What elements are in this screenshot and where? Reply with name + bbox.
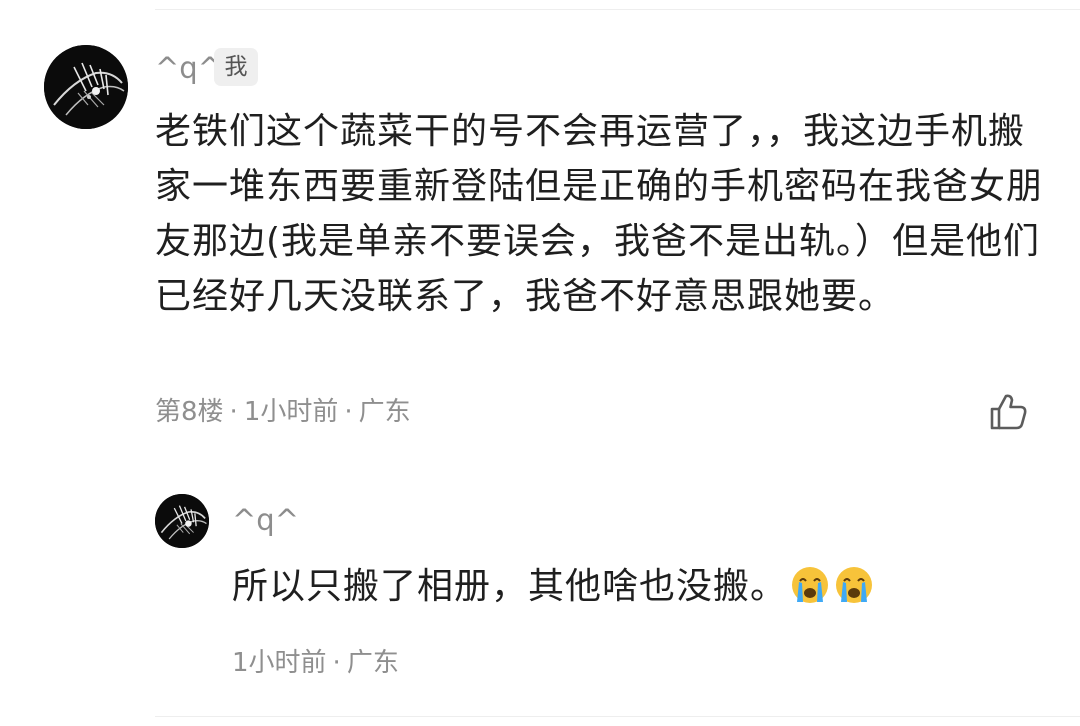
comment-thread: ^q^ 我 老铁们这个蔬菜干的号不会再运营了，，我这边手机搬家一堆东西要重新登陆… <box>0 0 1080 726</box>
avatar-image <box>155 494 209 548</box>
meta-separator: · <box>344 397 353 427</box>
like-button[interactable] <box>986 390 1030 434</box>
floor-label: 第8楼 <box>155 397 224 427</box>
meta-separator: · <box>332 648 341 678</box>
reply-meta: 1小时前 · 广东 <box>232 645 399 681</box>
me-badge: 我 <box>214 48 258 86</box>
comment-time: 1小时前 <box>243 397 339 427</box>
reply-avatar[interactable] <box>155 494 209 548</box>
crying-face-icon <box>833 564 875 606</box>
meta-separator: · <box>229 397 238 427</box>
reply-time: 1小时前 <box>232 648 327 678</box>
avatar-image <box>44 45 128 129</box>
reply-location: 广东 <box>346 648 399 678</box>
bottom-divider <box>155 716 1080 717</box>
thumbs-up-icon <box>990 394 1027 430</box>
crying-face-icon <box>789 564 831 606</box>
reply-text-row: 所以只搬了相册，其他啥也没搬。 <box>232 563 875 611</box>
comment-username[interactable]: ^q^ <box>155 50 222 86</box>
comment-text: 老铁们这个蔬菜干的号不会再运营了，，我这边手机搬家一堆东西要重新登陆但是正确的手… <box>155 111 1044 317</box>
comment-location: 广东 <box>358 397 411 427</box>
avatar[interactable] <box>44 45 128 129</box>
reply-username[interactable]: ^q^ <box>232 502 299 538</box>
comment-meta: 第8楼 · 1小时前 · 广东 <box>155 394 411 430</box>
reply-text: 所以只搬了相册，其他啥也没搬。 <box>232 566 788 607</box>
top-divider <box>155 9 1080 10</box>
